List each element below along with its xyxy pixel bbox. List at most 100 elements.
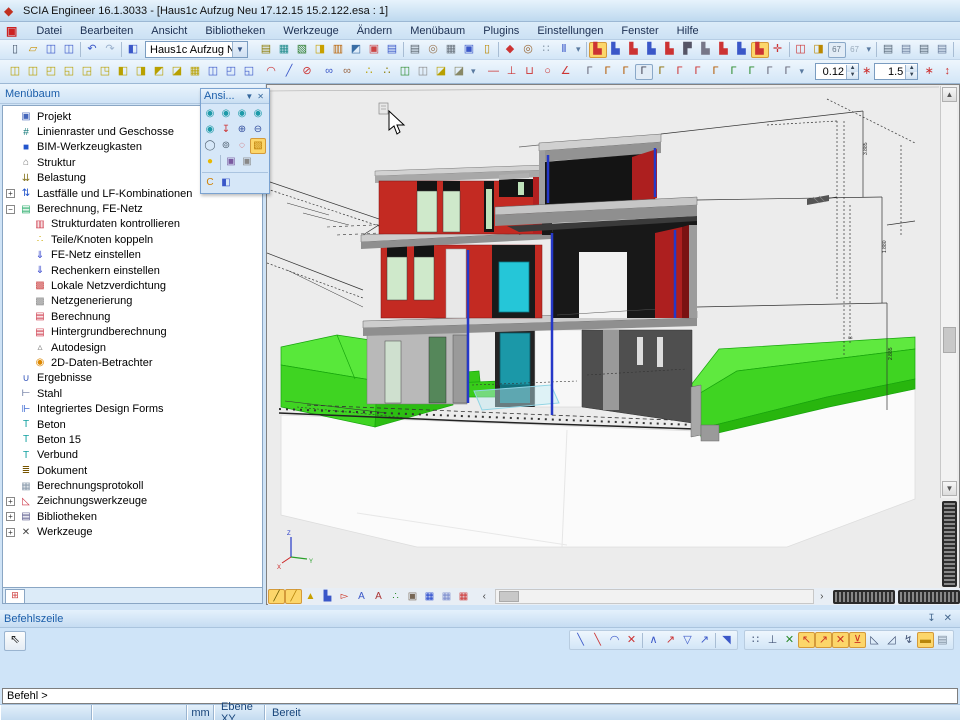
horizontal-scroll-thumb[interactable] xyxy=(499,591,519,602)
tree-item-beton-15[interactable]: TBeton 15 xyxy=(3,432,262,447)
document-icon[interactable]: ▤ xyxy=(383,42,401,58)
dim-bracket-icon[interactable]: ⊔ xyxy=(521,64,539,80)
grid-snap-icon[interactable]: ▦ xyxy=(455,589,472,604)
polygon-tool-icon[interactable]: ▽ xyxy=(679,632,696,648)
open-file-icon[interactable]: ▱ xyxy=(24,42,42,58)
document-2-icon[interactable]: ▣ xyxy=(460,42,478,58)
beam-plate-icon[interactable]: ▙ xyxy=(643,42,661,58)
database-icon[interactable]: ▦ xyxy=(275,42,293,58)
link-parts-icon[interactable]: ∞ xyxy=(320,64,338,80)
beam-column-icon[interactable]: ▙ xyxy=(607,42,625,58)
view-z-icon[interactable]: ◉ xyxy=(234,106,250,122)
tree-item-teile-knoten-koppeln[interactable]: ∴Teile/Knoten koppeln xyxy=(3,232,262,247)
extend-icon[interactable]: ◨ xyxy=(132,64,150,80)
expand-icon[interactable]: + xyxy=(6,189,15,198)
node-tool-icon[interactable]: ∧ xyxy=(645,632,662,648)
mesh-refine-icon[interactable]: ∗ xyxy=(920,64,938,80)
close-icon[interactable]: ✕ xyxy=(940,613,956,624)
chamfer-icon[interactable]: ◱ xyxy=(240,64,258,80)
scale-factor-spinner[interactable]: ▲▼ xyxy=(874,63,918,80)
show-results-icon[interactable]: ▙ xyxy=(319,589,336,604)
snap-toolbox-icon[interactable]: ▬ xyxy=(917,632,934,648)
view-axo-icon[interactable]: ◉ xyxy=(250,106,266,122)
undo-icon[interactable]: ↶ xyxy=(83,42,101,58)
scale-factor-input[interactable] xyxy=(875,66,905,78)
dim-angle-icon[interactable]: ∠ xyxy=(557,64,575,80)
xls-export-icon[interactable]: ▧ xyxy=(293,42,311,58)
frame-7-icon[interactable]: Γ xyxy=(689,64,707,80)
chevron-down-icon[interactable]: ▼ xyxy=(232,42,247,57)
scroll-up-icon[interactable]: ▲ xyxy=(942,87,957,102)
draw-line-point-icon[interactable]: ╲ xyxy=(589,632,606,648)
gallery-icon[interactable]: ▥ xyxy=(329,42,347,58)
zoom-window-icon[interactable]: ◯ xyxy=(202,138,218,154)
view-67a-icon[interactable]: 67 xyxy=(828,42,846,58)
save-all-icon[interactable]: ◫ xyxy=(60,42,78,58)
toolbar-overflow-chevron[interactable]: ▾ xyxy=(797,66,808,77)
tree-item-berechnung[interactable]: ▤Berechnung xyxy=(3,309,262,324)
vertical-scroll-thumb[interactable] xyxy=(943,327,956,353)
menu-hilfe[interactable]: Hilfe xyxy=(668,24,708,38)
mesh-icon[interactable]: ∗ xyxy=(861,64,872,80)
move-node-icon[interactable]: ◫ xyxy=(6,64,24,80)
status-plane[interactable]: Ebene XY xyxy=(214,705,265,720)
vector-tool-icon[interactable]: ↗ xyxy=(696,632,713,648)
render-wireframe-icon[interactable]: ╱ xyxy=(268,589,285,604)
snap-perpendicular-icon[interactable]: ⊻ xyxy=(849,632,866,648)
load-scale-icon[interactable]: ↕ xyxy=(938,64,956,80)
frame-4-icon[interactable]: Γ xyxy=(635,64,653,80)
show-mesh-icon[interactable]: ∴ xyxy=(387,589,404,604)
snapshot-save-icon[interactable]: ▣ xyxy=(239,154,255,170)
zoom-in-icon[interactable]: ⊕ xyxy=(234,122,250,138)
view-67b-icon[interactable]: 67 xyxy=(846,42,864,58)
tree-item-bibliotheken[interactable]: +▤Bibliotheken xyxy=(3,509,262,524)
snap-intersection-icon[interactable]: ✕ xyxy=(832,632,849,648)
zoom-selection-icon[interactable]: ◌ xyxy=(234,138,250,154)
export-model-icon[interactable]: ◨ xyxy=(810,42,828,58)
tree-item-netzgenerierung[interactable]: ▩Netzgenerierung xyxy=(3,294,262,309)
frame-6-icon[interactable]: Γ xyxy=(671,64,689,80)
beam-delete-icon[interactable]: ▙ xyxy=(715,42,733,58)
offset-icon[interactable]: ◫ xyxy=(204,64,222,80)
menu-plugins[interactable]: Plugins xyxy=(474,24,528,38)
beam-modify-icon[interactable]: ▙ xyxy=(733,42,751,58)
expand-icon[interactable]: + xyxy=(6,512,15,521)
visibility-eye-icon[interactable]: ◉ xyxy=(956,42,960,58)
view-x-icon[interactable]: ◉ xyxy=(202,106,218,122)
deselect-icon[interactable]: ⊘ xyxy=(298,64,316,80)
tree-item-dokument[interactable]: ≣Dokument xyxy=(3,463,262,478)
expand-icon[interactable]: + xyxy=(6,528,15,537)
zoom-all-icon[interactable]: ⊚ xyxy=(218,138,234,154)
copy-add-icon[interactable]: ◫ xyxy=(396,64,414,80)
beam-new-icon[interactable]: ▙ xyxy=(589,42,607,58)
scale-icon[interactable]: ◲ xyxy=(78,64,96,80)
project-combo-input[interactable] xyxy=(146,44,232,56)
frame-5-icon[interactable]: Γ xyxy=(653,64,671,80)
render-light-icon[interactable]: ● xyxy=(202,154,218,170)
display-ratio-icon[interactable]: ⅍ xyxy=(956,64,960,80)
viewport-vertical-scrollbar[interactable]: ▲ ▼ xyxy=(940,86,957,498)
chevron-down-icon[interactable]: ▼ xyxy=(243,92,255,101)
snap-only-points-icon[interactable]: ✕ xyxy=(781,632,798,648)
paste-4-icon[interactable]: ▤ xyxy=(933,42,951,58)
tree-item-beton[interactable]: TBeton xyxy=(3,417,262,432)
mirror-icon[interactable]: ◱ xyxy=(60,64,78,80)
frame-9-icon[interactable]: Γ xyxy=(725,64,743,80)
close-icon[interactable]: ✕ xyxy=(255,92,266,101)
label-names-icon[interactable]: A xyxy=(353,589,370,604)
rotate-wheel-1[interactable] xyxy=(833,590,895,604)
paste-1-icon[interactable]: ▤ xyxy=(879,42,897,58)
project-window-icon[interactable]: ◧ xyxy=(124,42,142,58)
connect-nodes-icon[interactable]: ∴ xyxy=(360,64,378,80)
view-toolbar-titlebar[interactable]: Ansi... ▼ ✕ xyxy=(201,89,269,104)
render-solid-icon[interactable]: ╱ xyxy=(285,589,302,604)
dim-perpendicular-icon[interactable]: ⊥ xyxy=(503,64,521,80)
scroll-down-icon[interactable]: ▼ xyxy=(942,481,957,496)
draw-line-icon[interactable]: ╲ xyxy=(572,632,589,648)
select-polyline-icon[interactable]: ◠ xyxy=(262,64,280,80)
model-3d-scene[interactable]: 3.885 1.880 2.885 06 Z Y X xyxy=(267,85,939,587)
stretch-icon[interactable]: ◳ xyxy=(96,64,114,80)
tree-item-berechnung-fe-netz[interactable]: −▤Berechnung, FE-Netz xyxy=(3,201,262,216)
layer-visibility-icon[interactable]: ▧ xyxy=(250,138,266,154)
grid-dots-icon[interactable]: ▦ xyxy=(421,589,438,604)
